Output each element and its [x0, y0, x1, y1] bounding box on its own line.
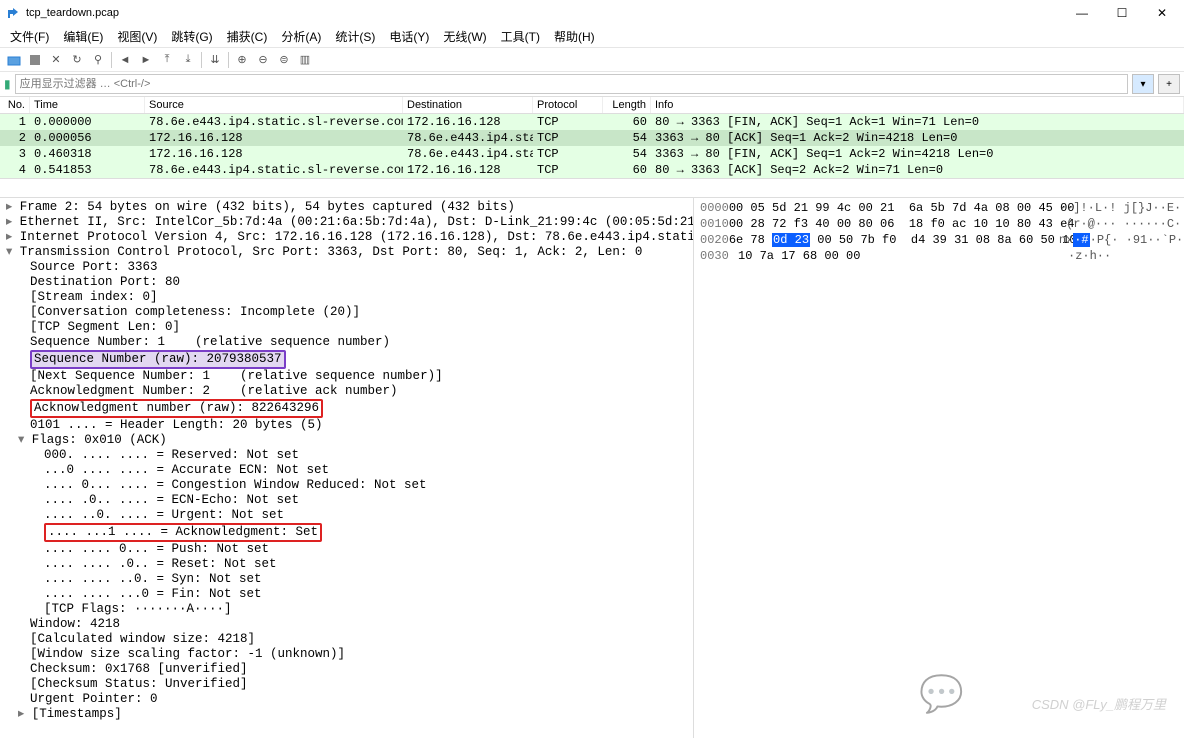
window-controls: — ☐ ✕ — [1062, 0, 1182, 26]
menubar: 文件(F) 编辑(E) 视图(V) 跳转(G) 捕获(C) 分析(A) 统计(S… — [0, 26, 1184, 48]
tree-scalefac[interactable]: [Window size scaling factor: -1 (unknown… — [0, 647, 693, 662]
window-title: tcp_teardown.pcap — [26, 7, 119, 19]
tree-cksumstat[interactable]: [Checksum Status: Unverified] — [0, 677, 693, 692]
packet-row[interactable]: 10.00000078.6e.e443.ip4.static.sl-revers… — [0, 114, 1184, 130]
hex-line[interactable]: 00206e 78 0d 23 00 50 7b f0 d4 39 31 08 … — [694, 232, 1184, 248]
packet-list: No. Time Source Destination Protocol Len… — [0, 96, 1184, 178]
tree-flag-reserved[interactable]: 000. .... .... = Reserved: Not set — [0, 448, 693, 463]
menu-capture[interactable]: 捕获(C) — [221, 26, 274, 47]
tree-flag-cwr[interactable]: .... 0... .... = Congestion Window Reduc… — [0, 478, 693, 493]
tree-flag-ae[interactable]: ...0 .... .... = Accurate ECN: Not set — [0, 463, 693, 478]
filter-bar: ▮ ▾ + — [0, 72, 1184, 96]
tree-flag-psh[interactable]: .... .... 0... = Push: Not set — [0, 542, 693, 557]
packet-list-header: No. Time Source Destination Protocol Len… — [0, 96, 1184, 114]
menu-wireless[interactable]: 无线(W) — [437, 26, 492, 47]
bookmark-icon[interactable]: ▮ — [4, 77, 11, 91]
toolbar-save-icon[interactable] — [25, 50, 45, 70]
close-button[interactable]: ✕ — [1142, 0, 1182, 26]
col-proto[interactable]: Protocol — [533, 97, 603, 113]
toolbar-zoom-in-icon[interactable]: ⊕ — [232, 50, 252, 70]
splitter-h[interactable] — [0, 178, 1184, 198]
tree-ackrel[interactable]: Acknowledgment Number: 2 (relative ack n… — [0, 384, 693, 399]
menu-edit[interactable]: 编辑(E) — [57, 26, 109, 47]
col-time[interactable]: Time — [30, 97, 145, 113]
toolbar-zoom-out-icon[interactable]: ⊖ — [253, 50, 273, 70]
tree-window[interactable]: Window: 4218 — [0, 617, 693, 632]
tree-flag-syn[interactable]: .... .... ..0. = Syn: Not set — [0, 572, 693, 587]
col-src[interactable]: Source — [145, 97, 403, 113]
tree-flag-rst[interactable]: .... .... .0.. = Reset: Not set — [0, 557, 693, 572]
packet-list-rows: 10.00000078.6e.e443.ip4.static.sl-revers… — [0, 114, 1184, 178]
app-icon — [6, 6, 20, 20]
hex-line[interactable]: 003010 7a 17 68 00 00·z·h·· — [694, 248, 1184, 264]
watermark: CSDN @FLy_鹏程万里 — [1032, 694, 1166, 713]
tree-srcport[interactable]: Source Port: 3363 — [0, 260, 693, 275]
menu-stats[interactable]: 统计(S) — [329, 26, 381, 47]
toolbar-fwd-icon[interactable]: ► — [136, 50, 156, 70]
tree-urgptr[interactable]: Urgent Pointer: 0 — [0, 692, 693, 707]
tree-flag-fin[interactable]: .... .... ...0 = Fin: Not set — [0, 587, 693, 602]
packet-bytes[interactable]: 000000 05 5d 21 99 4c 00 21 6a 5b 7d 4a … — [694, 198, 1184, 738]
col-no[interactable]: No. — [0, 97, 30, 113]
maximize-button[interactable]: ☐ — [1102, 0, 1142, 26]
hex-line[interactable]: 000000 05 5d 21 99 4c 00 21 6a 5b 7d 4a … — [694, 200, 1184, 216]
toolbar: ✕ ↻ ⚲ ◄ ► ⤒ ⤓ ⇊ ⊕ ⊖ ⊜ ▥ — [0, 48, 1184, 72]
minimize-button[interactable]: — — [1062, 0, 1102, 26]
tree-flags[interactable]: Flags: 0x010 (ACK) — [0, 433, 693, 448]
tree-eth[interactable]: Ethernet II, Src: IntelCor_5b:7d:4a (00:… — [0, 215, 693, 230]
tree-completeness[interactable]: [Conversation completeness: Incomplete (… — [0, 305, 693, 320]
tree-nextseq[interactable]: [Next Sequence Number: 1 (relative seque… — [0, 369, 693, 384]
filter-apply-button[interactable]: ▾ — [1132, 74, 1154, 94]
tree-calcwin[interactable]: [Calculated window size: 4218] — [0, 632, 693, 647]
menu-analyze[interactable]: 分析(A) — [275, 26, 327, 47]
toolbar-zoom-1-icon[interactable]: ⊜ — [274, 50, 294, 70]
tree-flag-urg[interactable]: .... ..0. .... = Urgent: Not set — [0, 508, 693, 523]
tree-cksum[interactable]: Checksum: 0x1768 [unverified] — [0, 662, 693, 677]
packet-row[interactable]: 40.54185378.6e.e443.ip4.static.sl-revers… — [0, 162, 1184, 178]
toolbar-reload-icon[interactable]: ↻ — [67, 50, 87, 70]
tree-ip[interactable]: Internet Protocol Version 4, Src: 172.16… — [0, 230, 693, 245]
bottom-panes: Frame 2: 54 bytes on wire (432 bits), 54… — [0, 198, 1184, 738]
col-info[interactable]: Info — [651, 97, 1184, 113]
toolbar-open-icon[interactable] — [4, 50, 24, 70]
toolbar-resize-cols-icon[interactable]: ▥ — [295, 50, 315, 70]
menu-tel[interactable]: 电话(Y) — [383, 26, 435, 47]
tree-seqrel[interactable]: Sequence Number: 1 (relative sequence nu… — [0, 335, 693, 350]
titlebar: tcp_teardown.pcap — ☐ ✕ — [0, 0, 1184, 26]
tree-streamidx[interactable]: [Stream index: 0] — [0, 290, 693, 305]
packet-row[interactable]: 30.460318172.16.16.12878.6e.e443.ip4.sta… — [0, 146, 1184, 162]
hex-line[interactable]: 001000 28 72 f3 40 00 80 06 18 f0 ac 10 … — [694, 216, 1184, 232]
tree-hdrlen[interactable]: 0101 .... = Header Length: 20 bytes (5) — [0, 418, 693, 433]
wechat-icon: 💬 — [919, 673, 964, 715]
menu-help[interactable]: 帮助(H) — [548, 26, 601, 47]
filter-expr-button[interactable]: + — [1158, 74, 1180, 94]
display-filter-input[interactable] — [15, 74, 1128, 94]
menu-go[interactable]: 跳转(G) — [165, 26, 218, 47]
tree-dstport[interactable]: Destination Port: 80 — [0, 275, 693, 290]
tree-timestamps[interactable]: [Timestamps] — [0, 707, 693, 722]
tree-frame[interactable]: Frame 2: 54 bytes on wire (432 bits), 54… — [0, 200, 693, 215]
tree-seqraw[interactable]: Sequence Number (raw): 2079380537 — [0, 350, 693, 369]
toolbar-back-icon[interactable]: ◄ — [115, 50, 135, 70]
tree-tcp[interactable]: Transmission Control Protocol, Src Port:… — [0, 245, 693, 260]
tree-ackraw[interactable]: Acknowledgment number (raw): 822643296 — [0, 399, 693, 418]
toolbar-close-icon[interactable]: ✕ — [46, 50, 66, 70]
menu-tools[interactable]: 工具(T) — [495, 26, 546, 47]
menu-view[interactable]: 视图(V) — [111, 26, 163, 47]
col-len[interactable]: Length — [603, 97, 651, 113]
toolbar-jump-icon[interactable]: ⤒ — [157, 50, 177, 70]
tree-flag-ack[interactable]: .... ...1 .... = Acknowledgment: Set — [0, 523, 693, 542]
col-dst[interactable]: Destination — [403, 97, 533, 113]
packet-details[interactable]: Frame 2: 54 bytes on wire (432 bits), 54… — [0, 198, 694, 738]
tree-tcpflags[interactable]: [TCP Flags: ·······A····] — [0, 602, 693, 617]
tree-flag-ece[interactable]: .... .0.. .... = ECN-Echo: Not set — [0, 493, 693, 508]
toolbar-autoscroll-icon[interactable]: ⇊ — [205, 50, 225, 70]
toolbar-find-icon[interactable]: ⚲ — [88, 50, 108, 70]
tree-seglen[interactable]: [TCP Segment Len: 0] — [0, 320, 693, 335]
menu-file[interactable]: 文件(F) — [4, 26, 55, 47]
toolbar-jump-last-icon[interactable]: ⤓ — [178, 50, 198, 70]
packet-row[interactable]: 20.000056172.16.16.12878.6e.e443.ip4.sta… — [0, 130, 1184, 146]
